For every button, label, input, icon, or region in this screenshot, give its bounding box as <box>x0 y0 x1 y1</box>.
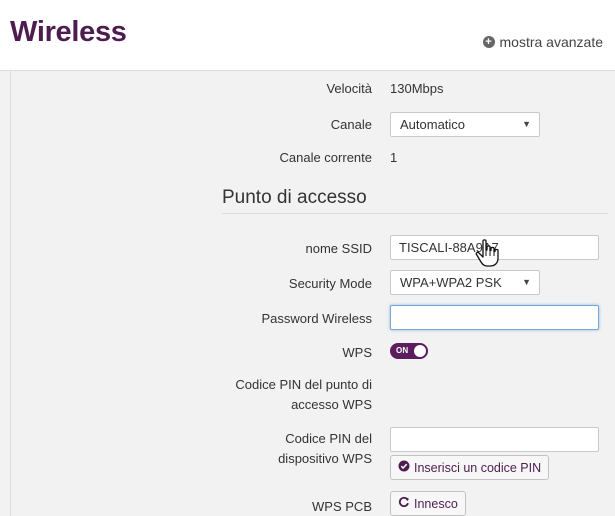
ap-pin-label-line2: accesso WPS <box>291 397 372 412</box>
insert-pin-button[interactable]: Inserisci un codice PIN <box>390 455 550 480</box>
device-pin-input[interactable] <box>390 427 599 452</box>
channel-label: Canale <box>330 117 372 132</box>
toggle-knob <box>414 345 426 357</box>
device-pin-label-line1: Codice PIN del <box>285 431 372 446</box>
wps-toggle-text: ON <box>396 346 409 355</box>
current-channel-value: 1 <box>390 150 398 165</box>
show-advanced-link[interactable]: + mostra avanzate <box>482 34 604 50</box>
page-header: Wireless + mostra avanzate <box>0 0 615 71</box>
page-title: Wireless <box>10 16 127 48</box>
hand-pointer-icon <box>474 238 500 273</box>
chevron-down-icon: ▼ <box>522 277 531 287</box>
password-label: Password Wireless <box>261 311 372 326</box>
current-channel-label: Canale corrente <box>279 150 373 165</box>
wps-toggle[interactable]: ON <box>390 343 428 359</box>
wps-label: WPS <box>342 345 372 360</box>
check-circle-icon <box>398 460 410 475</box>
chevron-down-icon: ▼ <box>522 119 531 129</box>
settings-panel: Velocità 130Mbps Canale Automatico ▼ Can… <box>0 71 615 516</box>
panel-divider <box>10 71 11 516</box>
password-input[interactable] <box>390 305 599 330</box>
speed-label: Velocità <box>326 81 372 96</box>
security-mode-label: Security Mode <box>288 276 372 291</box>
wireless-settings-page: Wireless + mostra avanzate Velocità 130M… <box>0 0 615 516</box>
section-divider <box>222 213 608 214</box>
trigger-label: Innesco <box>414 496 458 511</box>
channel-select[interactable]: Automatico ▼ <box>390 112 540 137</box>
device-pin-label-line2: dispositivo WPS <box>278 451 372 466</box>
security-mode-selected-value: WPA+WPA2 PSK <box>400 275 502 290</box>
ap-pin-label-line1: Codice PIN del punto di <box>235 377 372 392</box>
trigger-button[interactable]: Innesco <box>390 491 466 516</box>
access-point-section-title: Punto di accesso <box>222 187 367 208</box>
ssid-label: nome SSID <box>305 241 372 256</box>
speed-value: 130Mbps <box>390 81 444 96</box>
insert-pin-label: Inserisci un codice PIN <box>414 460 542 475</box>
refresh-icon <box>398 496 410 511</box>
wps-pcb-label: WPS PCB <box>312 499 372 514</box>
security-mode-select[interactable]: WPA+WPA2 PSK ▼ <box>390 270 540 295</box>
channel-selected-value: Automatico <box>400 117 466 132</box>
plus-circle-icon: + <box>482 36 495 48</box>
show-advanced-label: mostra avanzate <box>499 34 604 50</box>
